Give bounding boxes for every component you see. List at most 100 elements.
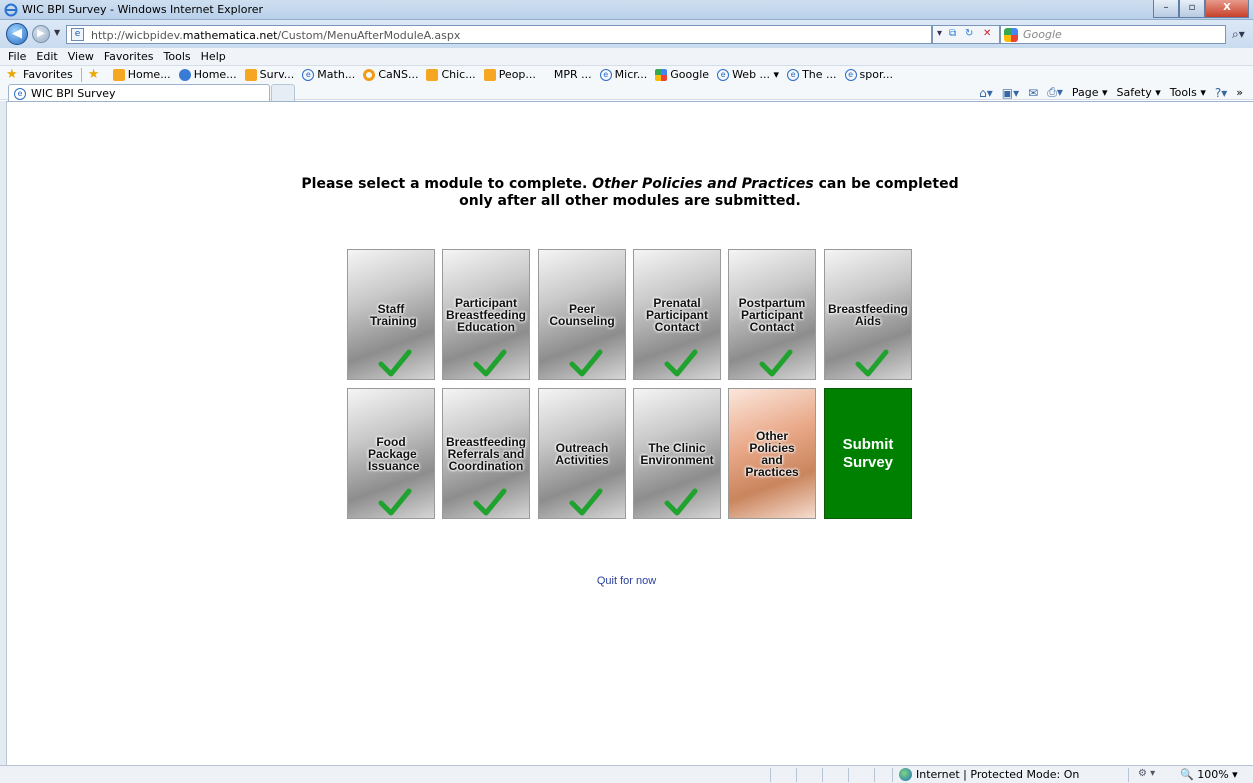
favorite-link[interactable]: e Micr...	[599, 68, 647, 81]
page-menu[interactable]: Page ▾	[1072, 86, 1108, 99]
address-bar[interactable]: e http://wicbpidev.mathematica.net/Custo…	[66, 25, 932, 44]
favorite-link[interactable]: Home...	[112, 68, 171, 81]
address-row: ◀ ▶ ▼ e http://wicbpidev.mathematica.net…	[0, 20, 1253, 48]
favorites-bar: ★ Favorites ★ Home... Home... Surv... e Ma…	[0, 66, 1253, 103]
minimize-button[interactable]: –	[1153, 0, 1179, 18]
security-zone[interactable]: Internet | Protected Mode: On	[899, 768, 1079, 781]
favorite-link[interactable]: e The ...	[787, 68, 837, 81]
menu-bar: File Edit View Favorites Tools Help	[0, 48, 1253, 66]
search-placeholder: Google	[1023, 28, 1062, 41]
new-tab-button[interactable]	[271, 84, 295, 102]
favorite-link[interactable]: e spor...	[844, 68, 893, 81]
module-label: Other Policies and Practices	[745, 428, 799, 479]
star-icon: ★	[6, 66, 18, 82]
address-url[interactable]: http://wicbpidev.mathematica.net/Custom/…	[91, 29, 460, 42]
favorite-link[interactable]: e Web ... ▾	[717, 68, 779, 81]
google-icon	[655, 68, 668, 81]
menu-view[interactable]: View	[63, 48, 99, 65]
module-label: Staff Training	[370, 301, 417, 328]
checkmark-icon	[569, 488, 603, 516]
ring-icon	[363, 68, 376, 81]
module-label: Postpartum Participant Contact	[738, 295, 806, 334]
checkmark-icon	[473, 488, 507, 516]
close-button[interactable]: X	[1205, 0, 1249, 18]
module-participant-breastfeeding-education[interactable]: Participant Breastfeeding Education	[442, 249, 530, 380]
divider	[848, 768, 849, 782]
add-favorite-button[interactable]: ★	[88, 68, 105, 82]
recent-pages-dropdown-icon[interactable]: ▼	[54, 28, 60, 37]
favorite-link[interactable]: Google	[655, 68, 709, 81]
add-favorite-icon: ★	[87, 66, 100, 82]
module-label: Prenatal Participant Contact	[645, 295, 708, 334]
refresh-icon[interactable]: ↻	[965, 28, 973, 39]
feed-icon	[426, 68, 439, 81]
feeds-icon[interactable]: ▣▾	[1002, 86, 1019, 100]
divider	[770, 768, 771, 782]
address-tools: ▾ ⧉ ↻ ✕	[932, 25, 1000, 44]
module-peer-counseling[interactable]: Peer Counseling	[538, 249, 626, 380]
module-prenatal-participant-contact[interactable]: Prenatal Participant Contact	[633, 249, 721, 380]
search-icon[interactable]: ⌕▾	[1232, 27, 1245, 42]
module-label: Outreach Activities	[555, 440, 609, 467]
print-icon[interactable]: ⎙▾	[1047, 85, 1063, 100]
menu-edit[interactable]: Edit	[31, 48, 62, 65]
menu-tools[interactable]: Tools	[159, 48, 196, 65]
help-menu-icon[interactable]: ?▾	[1215, 86, 1227, 100]
tools-menu[interactable]: Tools ▾	[1170, 86, 1206, 99]
safety-menu[interactable]: Safety ▾	[1117, 86, 1161, 99]
menu-file[interactable]: File	[3, 48, 31, 65]
window-title: WIC BPI Survey - Windows Internet Explor…	[22, 3, 264, 16]
stop-icon[interactable]: ✕	[983, 28, 991, 39]
maximize-button[interactable]: ▫	[1179, 0, 1205, 18]
module-breastfeeding-referrals-and-coordination[interactable]: Breastfeeding Referrals and Coordination	[442, 388, 530, 519]
site-icon	[178, 68, 191, 81]
module-outreach-activities[interactable]: Outreach Activities	[538, 388, 626, 519]
module-the-clinic-environment[interactable]: The Clinic Environment	[633, 388, 721, 519]
module-food-package-issuance[interactable]: Food Package Issuance	[347, 388, 435, 519]
submit-survey-button[interactable]: Submit Survey	[824, 388, 912, 519]
checkmark-icon	[664, 349, 698, 377]
tab-label: WIC BPI Survey	[31, 87, 116, 100]
ie-page-icon: e	[844, 68, 857, 81]
module-label: Food Package Issuance	[368, 434, 420, 473]
module-other-policies-and-practices[interactable]: Other Policies and Practices	[728, 388, 816, 519]
forward-button[interactable]: ▶	[32, 25, 50, 43]
module-staff-training[interactable]: Staff Training	[347, 249, 435, 380]
compatibility-icon[interactable]: ⧉	[949, 28, 956, 39]
window-controls: – ▫ X	[1153, 0, 1249, 18]
status-bar: Internet | Protected Mode: On ⚙ ▾ 🔍 100%…	[0, 765, 1253, 783]
ie-page-icon: e	[302, 68, 315, 81]
menu-favorites[interactable]: Favorites	[99, 48, 159, 65]
address-dropdown-icon[interactable]: ▾	[937, 28, 942, 39]
module-label: Participant Breastfeeding Education	[445, 295, 527, 334]
page-heading: Please select a module to complete. Othe…	[301, 176, 959, 209]
mail-icon[interactable]: ✉	[1028, 86, 1038, 100]
divider	[1128, 768, 1129, 782]
search-box[interactable]: Google	[1000, 25, 1226, 44]
favorite-link[interactable]: MPR ...	[554, 68, 592, 81]
menu-help[interactable]: Help	[196, 48, 231, 65]
favorite-link[interactable]: Home...	[178, 68, 237, 81]
favorite-link[interactable]: Peop...	[483, 68, 536, 81]
module-postpartum-participant-contact[interactable]: Postpartum Participant Contact	[728, 249, 816, 380]
ie-page-icon: e	[14, 88, 26, 100]
home-icon[interactable]: ⌂▾	[979, 86, 993, 100]
favorite-link[interactable]: e Math...	[302, 68, 355, 81]
module-label: Peer Counseling	[549, 301, 615, 328]
favorites-button[interactable]: ★ Favorites	[6, 68, 73, 82]
chevron-right-icon[interactable]: »	[1236, 86, 1243, 99]
left-frame-edge	[0, 101, 7, 765]
module-label: Breastfeeding Referrals and Coordination	[445, 434, 527, 473]
zoom-control[interactable]: 🔍 100% ▾	[1180, 768, 1238, 781]
quit-for-now-link[interactable]: Quit for now	[597, 575, 656, 587]
back-button[interactable]: ◀	[6, 23, 28, 45]
divider	[80, 67, 82, 82]
favorite-link[interactable]: Chic...	[426, 68, 476, 81]
module-breastfeeding-aids[interactable]: Breastfeeding Aids	[824, 249, 912, 380]
checkmark-icon	[569, 349, 603, 377]
submit-survey-label: Submit Survey	[842, 435, 894, 471]
protected-mode-icon[interactable]: ⚙ ▾	[1138, 768, 1155, 779]
favorite-link[interactable]: CaNS...	[363, 68, 418, 81]
ie-page-icon: e	[599, 68, 612, 81]
favorite-link[interactable]: Surv...	[244, 68, 294, 81]
